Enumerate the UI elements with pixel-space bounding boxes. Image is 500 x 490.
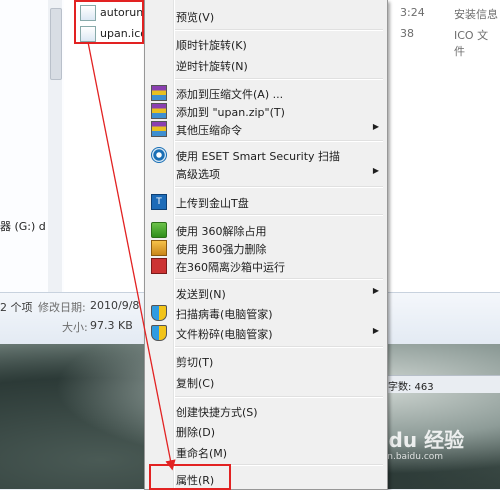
annotation-arrow	[87, 41, 176, 471]
